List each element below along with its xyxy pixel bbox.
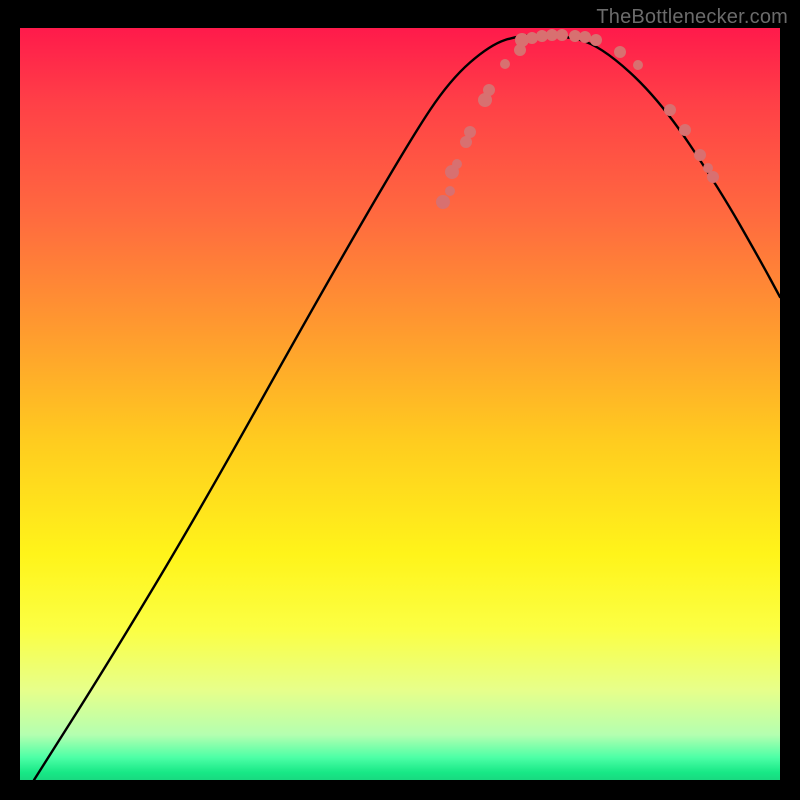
chart-svg bbox=[20, 28, 780, 780]
plot-area bbox=[20, 28, 780, 780]
watermark-text: TheBottlenecker.com bbox=[596, 6, 788, 29]
data-marker bbox=[664, 104, 676, 116]
data-marker bbox=[707, 171, 719, 183]
data-marker bbox=[436, 195, 450, 209]
data-marker bbox=[633, 60, 643, 70]
data-marker bbox=[464, 126, 476, 138]
data-marker bbox=[694, 149, 706, 161]
data-marker bbox=[590, 34, 602, 46]
data-marker bbox=[483, 84, 495, 96]
bottleneck-curve bbox=[34, 35, 780, 780]
data-marker bbox=[579, 31, 591, 43]
data-marker bbox=[556, 29, 568, 41]
data-marker bbox=[614, 46, 626, 58]
data-marker bbox=[452, 159, 462, 169]
data-marker bbox=[526, 32, 538, 44]
data-marker bbox=[679, 124, 691, 136]
data-marker bbox=[445, 186, 455, 196]
chart-container: TheBottlenecker.com bbox=[0, 0, 800, 800]
data-marker bbox=[500, 59, 510, 69]
